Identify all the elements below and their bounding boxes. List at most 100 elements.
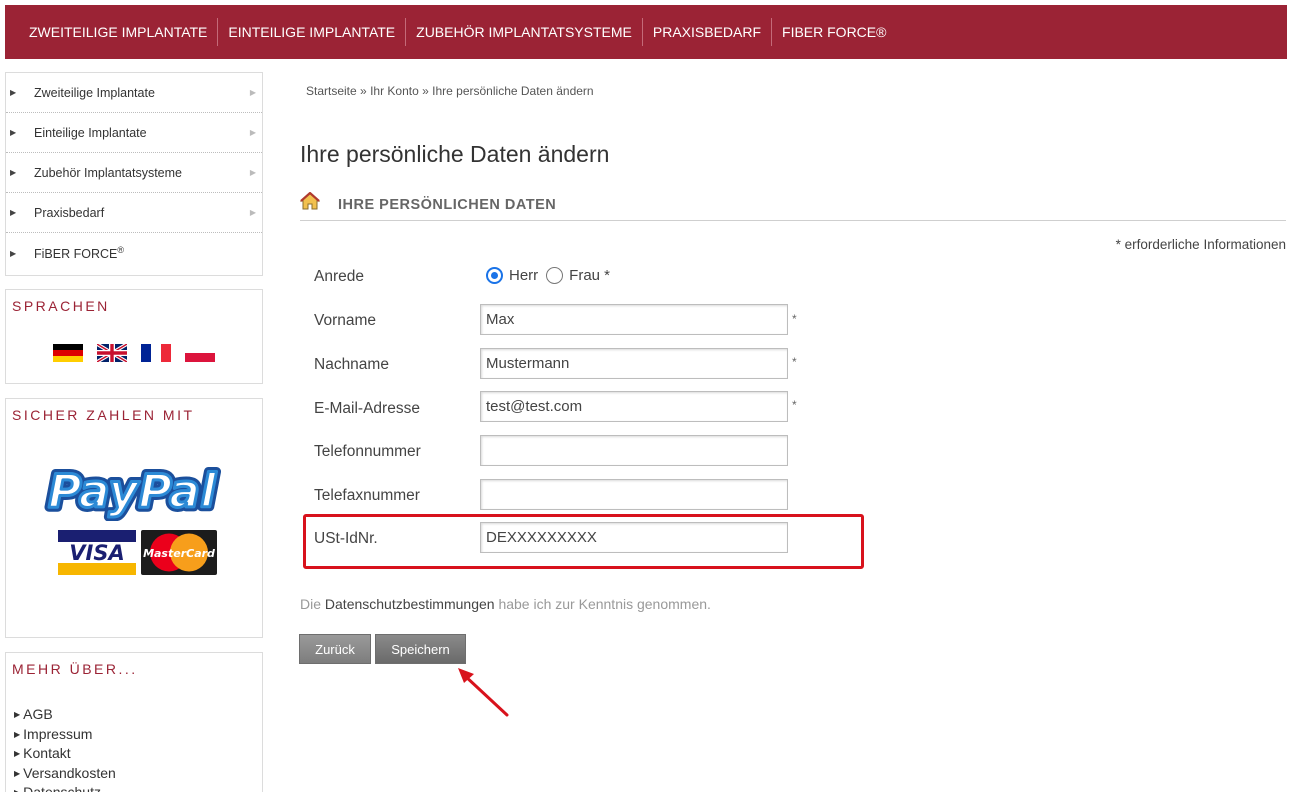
- category-box: ▶ Zweiteilige Implantate ▶ ▶ Einteilige …: [5, 72, 263, 276]
- topnav-item-praxisbedarf[interactable]: PRAXISBEDARF: [643, 18, 773, 46]
- top-navigation: ZWEITEILIGE IMPLANTATE EINTEILIGE IMPLAN…: [5, 5, 1287, 59]
- sidebar-item-zubehoer[interactable]: ▶ Zubehör Implantatsysteme ▶: [6, 153, 262, 193]
- chevron-right-icon: ▶: [249, 168, 256, 177]
- page-title: Ihre persönliche Daten ändern: [300, 141, 610, 167]
- section-header: IHRE PERSÖNLICHEN DATEN: [300, 192, 1286, 221]
- breadcrumb-account[interactable]: Ihr Konto: [370, 84, 419, 98]
- more-about-list: ▶ AGB ▶ Impressum ▶ Kontakt ▶ Versandkosten …: [6, 677, 262, 792]
- lastname-label: Nachname: [314, 356, 389, 373]
- topnav-item-zweiteilige[interactable]: ZWEITEILIGE IMPLANTATE: [25, 18, 219, 46]
- privacy-prefix: Die: [300, 596, 325, 612]
- sidebar-item-label: Einteilige Implantate: [34, 125, 147, 140]
- link-versandkosten[interactable]: ▶ Versandkosten: [14, 764, 262, 784]
- breadcrumb-separator: »: [360, 84, 367, 98]
- link-impressum[interactable]: ▶ Impressum: [14, 725, 262, 745]
- svg-text:PayPal: PayPal: [48, 464, 217, 518]
- bullet-icon: ▶: [10, 88, 17, 97]
- sidebar-item-fiber-force[interactable]: ▶ FiBER FORCE®: [6, 233, 262, 273]
- sidebar-item-label: Zweiteilige Implantate: [34, 85, 155, 100]
- privacy-suffix: habe ich zur Kenntnis genommen.: [494, 596, 711, 612]
- salutation-label: Anrede: [314, 268, 364, 285]
- email-label: E-Mail-Adresse: [314, 400, 420, 417]
- bullet-icon: ▶: [14, 788, 20, 792]
- phone-input[interactable]: [480, 435, 788, 466]
- german-flag-icon[interactable]: [53, 344, 83, 362]
- vat-input[interactable]: [480, 522, 788, 553]
- required-note: * erforderliche Informationen: [1115, 237, 1286, 252]
- lastname-input[interactable]: [480, 348, 788, 379]
- bullet-icon: ▶: [10, 248, 17, 258]
- sidebar-item-praxisbedarf[interactable]: ▶ Praxisbedarf ▶: [6, 193, 262, 233]
- svg-text:MasterCard: MasterCard: [143, 547, 215, 560]
- radio-herr-label[interactable]: Herr: [509, 267, 538, 284]
- sidebar-item-einteilige[interactable]: ▶ Einteilige Implantate ▶: [6, 113, 262, 153]
- privacy-link[interactable]: Datenschutzbestimmungen: [325, 596, 495, 612]
- bullet-icon: ▶: [10, 128, 17, 137]
- link-agb[interactable]: ▶ AGB: [14, 705, 262, 725]
- flag-list: [53, 344, 215, 362]
- chevron-right-icon: ▶: [249, 128, 256, 137]
- email-input[interactable]: [480, 391, 788, 422]
- sidebar-item-label: FiBER FORCE®: [34, 245, 124, 261]
- radio-frau-label[interactable]: Frau *: [569, 267, 610, 284]
- fiber-force-text: FiBER FORCE: [34, 247, 118, 262]
- required-star: *: [792, 398, 797, 412]
- sidebar-item-zweiteilige[interactable]: ▶ Zweiteilige Implantate ▶: [6, 73, 262, 113]
- annotation-arrow-icon: [458, 668, 509, 717]
- paypal-logo: PayPal PayPal: [44, 461, 222, 521]
- more-about-title: MEHR ÜBER...: [12, 661, 138, 677]
- registered-mark: ®: [117, 244, 124, 255]
- bullet-icon: ▶: [10, 208, 17, 217]
- required-star: *: [792, 312, 797, 326]
- save-button[interactable]: Speichern: [375, 634, 466, 664]
- link-label: Versandkosten: [23, 764, 116, 781]
- section-title: IHRE PERSÖNLICHEN DATEN: [338, 197, 557, 213]
- firstname-input[interactable]: [480, 304, 788, 335]
- breadcrumb: Startseite » Ihr Konto » Ihre persönlich…: [306, 84, 594, 98]
- mastercard-icon: MasterCard: [141, 530, 217, 575]
- privacy-notice: Die Datenschutzbestimmungen habe ich zur…: [300, 596, 711, 612]
- link-datenschutz[interactable]: ▶Datenschutz: [14, 783, 262, 792]
- link-kontakt[interactable]: ▶ Kontakt: [14, 744, 262, 764]
- fax-input[interactable]: [480, 479, 788, 510]
- languages-box: SPRACHEN: [5, 289, 263, 384]
- phone-label: Telefonnummer: [314, 443, 421, 460]
- link-label: Kontakt: [23, 745, 71, 761]
- chevron-right-icon: ▶: [249, 208, 256, 217]
- chevron-right-icon: ▶: [249, 88, 256, 97]
- link-label: Datenschutz: [23, 784, 101, 792]
- link-label: Impressum: [23, 725, 93, 742]
- svg-text:VISA: VISA: [69, 541, 124, 565]
- uk-flag-icon[interactable]: [97, 344, 127, 362]
- firstname-label: Vorname: [314, 312, 377, 329]
- radio-herr[interactable]: [486, 267, 503, 284]
- breadcrumb-home[interactable]: Startseite: [306, 84, 357, 98]
- back-button[interactable]: Zurück: [299, 634, 371, 664]
- more-about-box: MEHR ÜBER... ▶ AGB ▶ Impressum ▶ Kontakt ▶ V…: [5, 652, 263, 792]
- bullet-icon: ▶: [14, 729, 21, 739]
- breadcrumb-separator: »: [422, 84, 429, 98]
- radio-frau[interactable]: [546, 267, 564, 284]
- topnav-item-fiber-force[interactable]: FIBER FORCE®: [772, 18, 896, 46]
- topnav-item-zubehoer[interactable]: ZUBEHÖR IMPLANTATSYSTEME: [406, 18, 643, 46]
- polish-flag-icon[interactable]: [185, 344, 215, 362]
- salutation-radio-group: Herr Frau *: [486, 267, 618, 284]
- languages-title: SPRACHEN: [12, 298, 110, 314]
- bullet-icon: ▶: [10, 168, 17, 177]
- payment-box: SICHER ZAHLEN MIT PayPal PayPal VISA Mas…: [5, 398, 263, 638]
- required-star: *: [792, 355, 797, 369]
- home-icon: [300, 192, 320, 210]
- payment-title: SICHER ZAHLEN MIT: [12, 407, 195, 423]
- bullet-icon: ▶: [14, 768, 21, 778]
- visa-card-icon: VISA: [58, 530, 136, 575]
- vat-label: USt-IdNr.: [314, 530, 378, 547]
- fax-label: Telefaxnummer: [314, 487, 420, 504]
- topnav-item-einteilige[interactable]: EINTEILIGE IMPLANTATE: [218, 18, 407, 46]
- sidebar-item-label: Praxisbedarf: [34, 205, 105, 220]
- link-label: AGB: [23, 706, 53, 722]
- breadcrumb-current[interactable]: Ihre persönliche Daten ändern: [432, 84, 593, 98]
- french-flag-icon[interactable]: [141, 344, 171, 362]
- bullet-icon: ▶: [14, 749, 21, 758]
- bullet-icon: ▶: [14, 710, 21, 719]
- sidebar-item-label: Zubehör Implantatsysteme: [34, 165, 182, 180]
